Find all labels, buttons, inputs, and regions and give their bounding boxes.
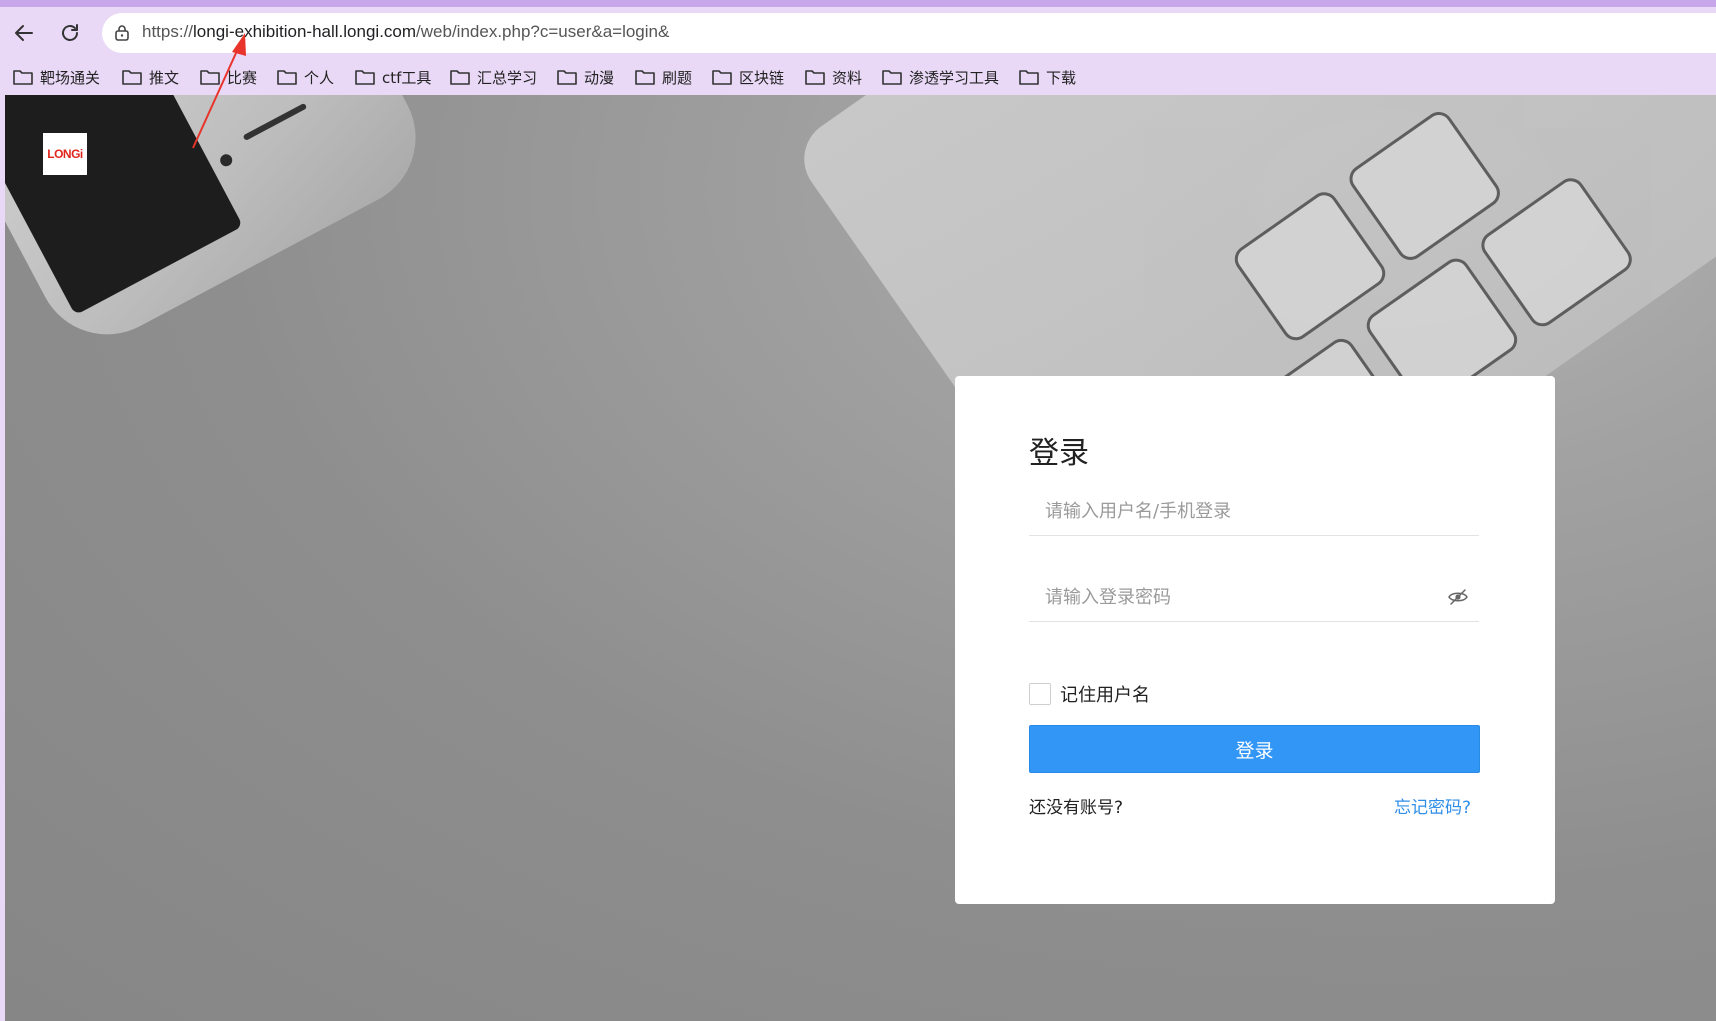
bookmark-folder[interactable]: 动漫: [556, 65, 614, 89]
bookmark-label: 下载: [1046, 68, 1077, 87]
folder-icon: [882, 70, 902, 85]
page-viewport: LONGi 登录 记住用户名 登录 还没有账号? 忘记密码?: [5, 95, 1716, 1021]
bookmark-label: 区块链: [739, 68, 785, 87]
bookmark-folder[interactable]: 资料: [804, 65, 862, 89]
bookmark-folder[interactable]: 下载: [1018, 65, 1076, 89]
url-domain: longi-exhibition-hall.longi.com: [193, 22, 417, 41]
url-text[interactable]: https://longi-exhibition-hall.longi.com/…: [142, 22, 669, 42]
bookmark-label: 汇总学习: [477, 68, 538, 87]
eye-hidden-icon[interactable]: [1447, 587, 1469, 607]
folder-icon: [635, 70, 655, 85]
bookmark-label: 靶场通关: [40, 68, 101, 87]
site-info-icon[interactable]: [112, 23, 132, 43]
folder-icon: [557, 70, 577, 85]
bookmark-folder[interactable]: 刷题: [634, 65, 692, 89]
folder-icon: [805, 70, 825, 85]
username-field: [1029, 486, 1479, 536]
address-bar[interactable]: https://longi-exhibition-hall.longi.com/…: [102, 13, 1716, 53]
remember-username[interactable]: 记住用户名: [1029, 682, 1150, 706]
password-input[interactable]: [1045, 582, 1425, 612]
bookmark-folder[interactable]: 比赛: [199, 65, 257, 89]
folder-icon: [200, 70, 220, 85]
folder-icon: [712, 70, 732, 85]
folder-icon: [122, 70, 142, 85]
bookmark-label: 渗透学习工具: [909, 68, 1000, 87]
bookmark-folder[interactable]: 靶场通关: [12, 65, 100, 89]
login-button[interactable]: 登录: [1029, 725, 1480, 773]
browser-navbar: https://longi-exhibition-hall.longi.com/…: [0, 7, 1716, 59]
bookmark-folder[interactable]: 个人: [276, 65, 334, 89]
bookmark-label: 动漫: [584, 68, 615, 87]
logo-text: LONGi: [47, 147, 83, 161]
folder-icon: [277, 70, 297, 85]
bookmark-folder[interactable]: 区块链: [711, 65, 784, 89]
bookmark-label: 推文: [149, 68, 180, 87]
bookmark-folder[interactable]: ctf工具: [354, 65, 431, 89]
no-account-text: 还没有账号?: [1029, 798, 1124, 818]
remember-label: 记住用户名: [1060, 685, 1150, 706]
back-button[interactable]: [8, 17, 40, 49]
url-prefix: https://: [142, 22, 194, 41]
bookmark-label: 比赛: [227, 68, 258, 87]
back-arrow-icon: [15, 25, 33, 41]
reload-icon: [62, 24, 78, 41]
longi-logo[interactable]: LONGi: [43, 133, 87, 175]
password-field: [1029, 572, 1479, 622]
folder-icon: [13, 70, 33, 85]
url-path: /web/index.php?c=user&a=login&: [416, 22, 670, 41]
folder-icon: [1019, 70, 1039, 85]
remember-checkbox[interactable]: [1029, 683, 1051, 705]
forgot-password-link[interactable]: 忘记密码?: [1394, 793, 1471, 818]
login-card: 登录 记住用户名 登录 还没有账号? 忘记密码?: [955, 376, 1555, 904]
folder-icon: [355, 70, 375, 85]
username-input[interactable]: [1045, 496, 1425, 526]
bookmark-label: 资料: [832, 68, 863, 87]
bookmark-label: ctf工具: [382, 68, 432, 87]
bookmark-label: 个人: [304, 68, 335, 87]
login-title: 登录: [1029, 436, 1089, 471]
bookmark-folder[interactable]: 渗透学习工具: [881, 65, 999, 89]
bookmark-folder[interactable]: 推文: [121, 65, 179, 89]
reload-button[interactable]: [54, 17, 86, 49]
folder-icon: [450, 70, 470, 85]
bookmarks-bar: 靶场通关 推文 比赛 个人 ctf工具 汇总学习 动漫 刷题 区块链 资料 渗透…: [0, 59, 1716, 95]
bookmark-label: 刷题: [662, 68, 693, 87]
bookmark-folder[interactable]: 汇总学习: [449, 65, 537, 89]
browser-top-strip: [0, 0, 1716, 7]
